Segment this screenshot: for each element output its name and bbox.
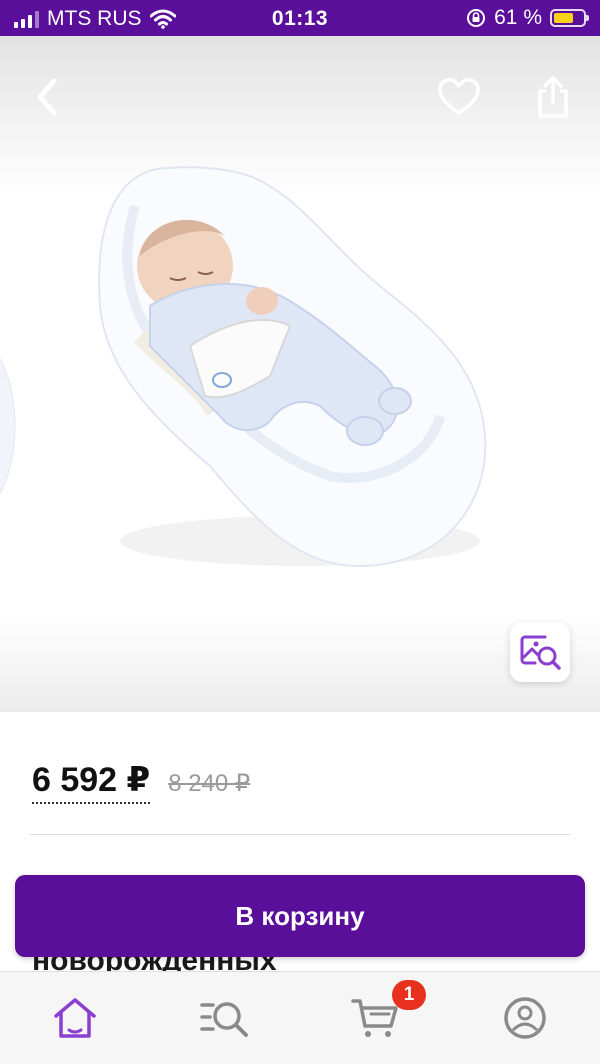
price-block: 6 592 ₽ 8 240 ₽ [32,760,250,804]
product-image [0,166,487,568]
back-button[interactable] [24,74,70,120]
orientation-lock-icon [467,9,486,27]
chevron-left-icon [37,78,57,116]
tab-home[interactable] [49,992,101,1044]
heart-icon [438,78,480,115]
catalog-search-icon [200,1002,248,1037]
tab-catalog[interactable] [199,992,251,1044]
share-button[interactable] [530,74,576,120]
battery-icon [550,9,589,27]
current-price[interactable]: 6 592 ₽ [32,760,151,804]
add-to-cart-button[interactable]: В корзину [15,875,585,957]
divider [30,834,570,835]
status-bar: MTS RUS 01:13 61 % [0,0,600,36]
share-icon [538,76,568,118]
product-gallery[interactable] [0,36,600,712]
image-search-icon [520,635,561,670]
old-price: 8 240 ₽ [168,770,251,797]
cart-icon [351,999,398,1037]
image-search-button[interactable] [510,622,570,682]
tab-profile[interactable] [499,992,551,1044]
tab-bar [0,971,600,1064]
favorite-button[interactable] [436,74,482,120]
home-icon [54,998,96,1038]
cart-count-badge: 1 [392,980,426,1010]
profile-icon [504,997,546,1039]
battery-percent: 61 % [494,6,542,29]
